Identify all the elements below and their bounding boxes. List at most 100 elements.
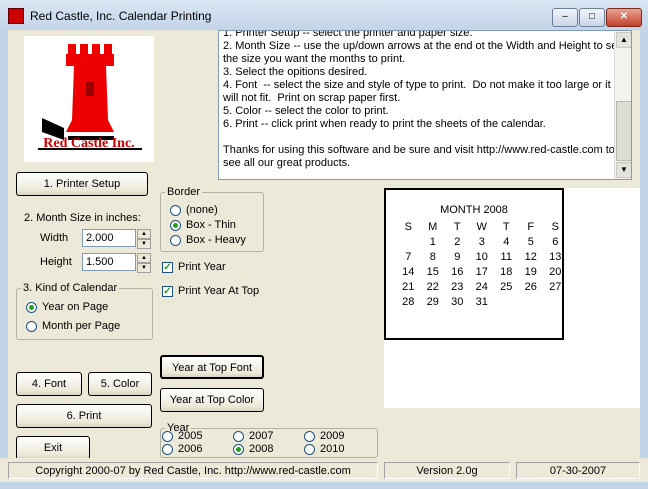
weekday-header: T: [453, 221, 461, 233]
status-version: Version 2.0g: [384, 462, 510, 479]
color-button[interactable]: 5. Color: [88, 372, 152, 396]
calendar-day: 23: [451, 281, 464, 293]
app-window: Red Castle, Inc. Calendar Printing – □ ✕…: [0, 0, 648, 489]
calendar-day: 16: [451, 266, 464, 278]
radio-icon: [162, 430, 173, 442]
radio-border-none[interactable]: (none): [170, 204, 218, 216]
calendar-day: 11: [500, 251, 512, 263]
radio-year-2010[interactable]: 2010: [304, 443, 344, 455]
status-date: 07-30-2007: [516, 462, 640, 479]
printer-setup-button[interactable]: 1. Printer Setup: [16, 172, 148, 196]
calendar-day: 6: [552, 236, 559, 248]
calendar-day: 18: [500, 266, 513, 278]
calendar-day: 9: [454, 251, 461, 263]
radio-label: Month per Page: [42, 320, 121, 332]
radio-label: 2010: [320, 443, 345, 455]
calendar-day: 12: [524, 251, 537, 263]
weekday-header: T: [502, 221, 510, 233]
radio-icon: [233, 430, 244, 442]
calendar-day: 5: [527, 236, 534, 248]
calendar-day: 30: [451, 296, 464, 308]
calendar-day: 28: [402, 296, 415, 308]
radio-icon: [170, 234, 181, 246]
radio-label: Year on Page: [42, 301, 109, 313]
radio-icon: [162, 443, 173, 455]
border-legend: Border: [167, 186, 201, 198]
radio-selected-icon: [26, 301, 37, 313]
radio-label: 2006: [178, 443, 203, 455]
calendar-day: 1: [429, 236, 436, 248]
radio-border-heavy[interactable]: Box - Heavy: [170, 234, 246, 246]
height-input[interactable]: 1.500: [82, 253, 136, 271]
radio-year-2009[interactable]: 2009: [304, 430, 344, 442]
radio-year-2008[interactable]: 2008: [233, 443, 273, 455]
radio-selected-icon: [233, 443, 244, 455]
radio-label: Box - Heavy: [186, 234, 246, 246]
height-spinner[interactable]: ▲ ▼: [137, 253, 151, 273]
instructions-scrollbar[interactable]: ▲ ▼: [614, 31, 631, 179]
window-frame-bottom: [0, 482, 648, 489]
checkbox-label: Print Year At Top: [178, 285, 260, 297]
maximize-button[interactable]: □: [579, 8, 605, 27]
calendar-day: 4: [503, 236, 510, 248]
radio-year-2006[interactable]: 2006: [162, 443, 202, 455]
scroll-thumb[interactable]: [616, 101, 631, 161]
radio-year-2007[interactable]: 2007: [233, 430, 273, 442]
radio-border-thin[interactable]: Box - Thin: [170, 219, 236, 231]
font-button[interactable]: 4. Font: [16, 372, 82, 396]
calendar-day: 26: [524, 281, 537, 293]
radio-label: 2005: [178, 430, 203, 442]
radio-label: (none): [186, 204, 218, 216]
print-year-checkbox[interactable]: ✓ Print Year: [162, 261, 226, 273]
radio-year-on-page[interactable]: Year on Page: [26, 301, 108, 313]
calendar-grid: S M T W T F S 1 2 3 4 5 6 7 8 9 10 11 12 13 14 15 16 17 18 19 20 21…: [396, 221, 568, 311]
radio-year-2005[interactable]: 2005: [162, 430, 202, 442]
radio-label: 2009: [320, 430, 345, 442]
status-bar: Copyright 2000-07 by Red Castle, Inc. ht…: [0, 458, 648, 482]
print-year-at-top-checkbox[interactable]: ✓ Print Year At Top: [162, 285, 259, 297]
instructions-text: 1. Printer Setup -- select the printer a…: [223, 30, 620, 169]
client-area: Red Castle Inc. 1. Printer Setup -- sele…: [8, 30, 640, 460]
calendar-day: [396, 236, 421, 251]
company-logo: Red Castle Inc.: [24, 36, 154, 162]
scroll-up-arrow-icon[interactable]: ▲: [616, 32, 631, 48]
calendar-day: 2: [454, 236, 461, 248]
calendar-day: 10: [475, 251, 488, 263]
kind-legend: 3. Kind of Calendar: [23, 282, 118, 294]
calendar-day: 3: [478, 236, 485, 248]
spin-up-icon[interactable]: ▲: [137, 229, 151, 239]
spin-up-icon[interactable]: ▲: [137, 253, 151, 263]
status-copyright: Copyright 2000-07 by Red Castle, Inc. ht…: [8, 462, 378, 479]
exit-button[interactable]: Exit: [16, 436, 90, 460]
close-button[interactable]: ✕: [606, 8, 642, 27]
spin-down-icon[interactable]: ▼: [137, 263, 151, 273]
calendar-preview: MONTH 2008 S M T W T F S 1 2 3 4 5 6 7 8 9 10 11 12 13 14 15 1…: [384, 188, 564, 340]
weekday-header: W: [476, 221, 487, 233]
minimize-button[interactable]: –: [552, 8, 578, 27]
checkbox-label: Print Year: [178, 261, 226, 273]
radio-icon: [26, 320, 37, 332]
width-spinner[interactable]: ▲ ▼: [137, 229, 151, 249]
calendar-day: 31: [475, 296, 488, 308]
calendar-day: 17: [475, 266, 488, 278]
calendar-day: 7: [405, 251, 412, 263]
calendar-day: 25: [500, 281, 513, 293]
calendar-day: 15: [426, 266, 439, 278]
radio-month-per-page[interactable]: Month per Page: [26, 320, 120, 332]
weekday-header: S: [551, 221, 559, 233]
width-input[interactable]: 2.000: [82, 229, 136, 247]
radio-icon: [304, 430, 315, 442]
print-button[interactable]: 6. Print: [16, 404, 152, 428]
title-bar: Red Castle, Inc. Calendar Printing – □ ✕: [0, 0, 648, 31]
calendar-day: 21: [402, 281, 415, 293]
window-frame-right: [640, 30, 648, 458]
calendar-day: 27: [549, 281, 562, 293]
year-at-top-color-button[interactable]: Year at Top Color: [160, 388, 264, 412]
instructions-textbox[interactable]: 1. Printer Setup -- select the printer a…: [218, 30, 632, 180]
year-at-top-font-button[interactable]: Year at Top Font: [160, 355, 264, 379]
spin-down-icon[interactable]: ▼: [137, 239, 151, 249]
calendar-day: 20: [549, 266, 562, 278]
calendar-day: 14: [402, 266, 415, 278]
width-label: Width: [40, 232, 69, 244]
scroll-down-arrow-icon[interactable]: ▼: [616, 162, 631, 178]
